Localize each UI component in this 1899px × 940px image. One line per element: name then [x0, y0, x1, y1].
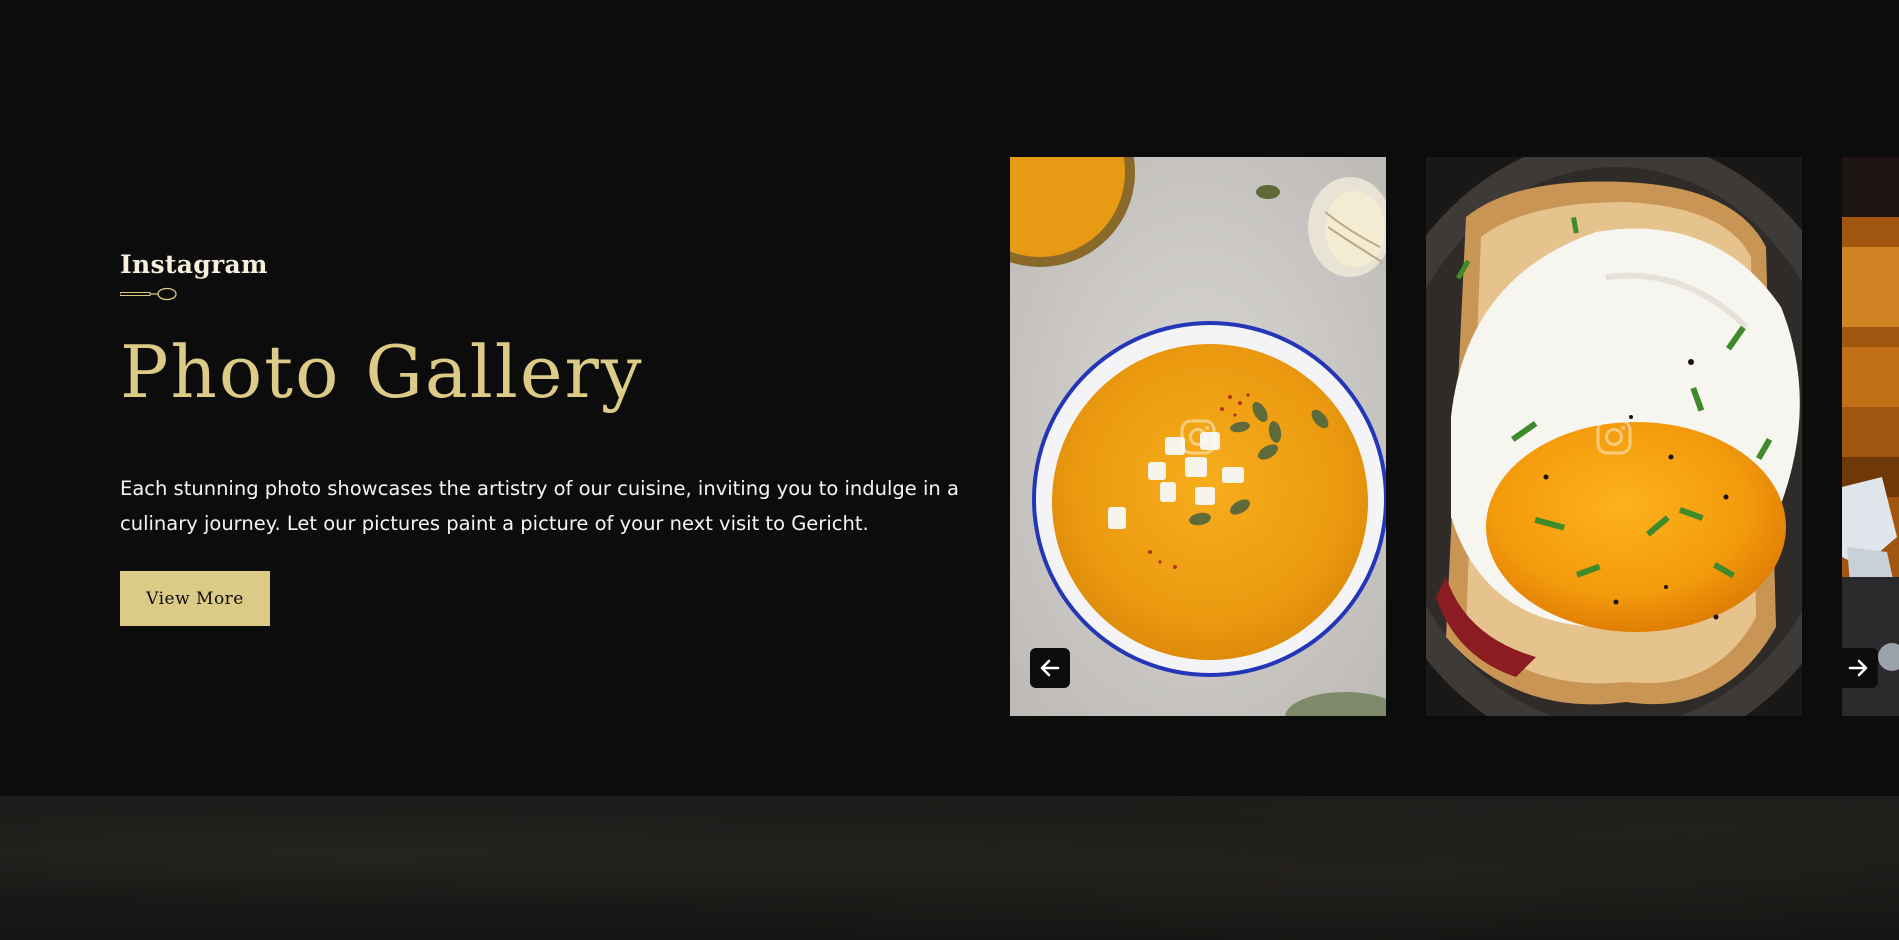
photo-gallery-section: Instagram Photo Gallery Each stunning ph… — [0, 0, 1899, 940]
gallery-next-button[interactable] — [1838, 648, 1878, 688]
spoon-icon — [120, 287, 177, 301]
view-more-button[interactable]: View More — [120, 571, 270, 626]
arrow-left-icon — [1040, 659, 1060, 677]
gallery-image-drink[interactable] — [1842, 157, 1899, 716]
drink-photo — [1842, 157, 1899, 716]
instagram-icon — [1596, 419, 1632, 454]
gallery-image-soup[interactable] — [1010, 157, 1386, 716]
footer-texture-band — [0, 796, 1899, 940]
arrow-right-icon — [1848, 659, 1868, 677]
instagram-icon — [1180, 419, 1216, 454]
gallery-carousel — [1010, 157, 1899, 716]
gallery-prev-button[interactable] — [1030, 648, 1070, 688]
section-description: Each stunning photo showcases the artist… — [120, 477, 959, 535]
page-title: Photo Gallery — [120, 330, 644, 414]
gallery-image-egg[interactable] — [1426, 157, 1802, 716]
section-eyebrow: Instagram — [120, 250, 268, 279]
